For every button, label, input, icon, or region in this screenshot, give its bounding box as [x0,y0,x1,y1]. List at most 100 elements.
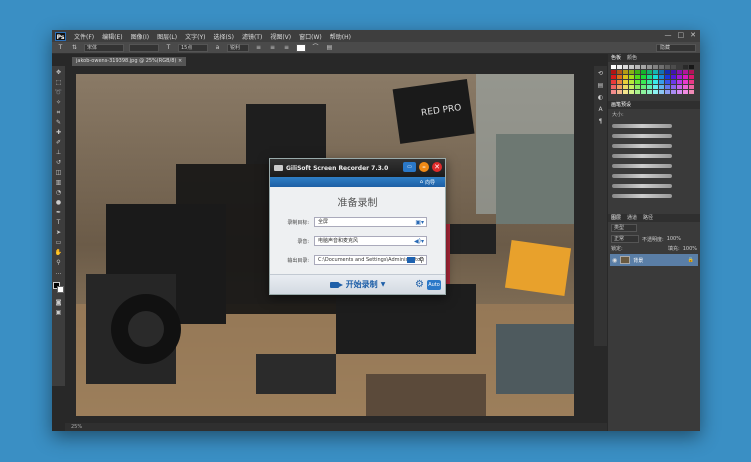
color-swatch[interactable] [617,90,622,94]
color-swatch[interactable] [653,85,658,89]
color-swatch[interactable] [611,85,616,89]
tab-layers[interactable]: 图层 [611,214,621,222]
color-swatch[interactable] [647,75,652,79]
color-swatch[interactable] [659,70,664,74]
menu-select[interactable]: 选择(S) [209,32,238,41]
color-swatch[interactable] [617,65,622,69]
color-swatch[interactable] [635,80,640,84]
color-swatch[interactable] [641,75,646,79]
color-swatch[interactable] [659,65,664,69]
audio-select[interactable]: 电脑声音和麦克风 ◀)▾ [314,236,427,246]
color-swatch[interactable] [677,75,682,79]
color-swatch[interactable] [641,65,646,69]
tab-paths[interactable]: 路径 [643,214,653,222]
maximize-icon[interactable]: □ [678,31,685,39]
paragraph-panel-icon[interactable]: ¶ [597,118,605,125]
warp-text-icon[interactable]: ⌒ [311,44,320,52]
orientation-icon[interactable]: ⇅ [70,44,79,52]
color-picker[interactable] [53,282,64,293]
screen-mode-button[interactable]: ▭ [403,162,416,172]
color-swatch[interactable] [665,90,670,94]
color-swatch[interactable] [623,70,628,74]
color-swatch[interactable] [647,70,652,74]
color-swatch[interactable] [677,90,682,94]
path-select-icon[interactable]: ➤ [55,229,63,236]
menu-help[interactable]: 帮助(H) [326,32,355,41]
color-swatch[interactable] [611,90,616,94]
color-swatch[interactable] [635,70,640,74]
text-color-swatch[interactable] [296,43,306,52]
close-button[interactable]: ✕ [432,162,442,172]
speaker-dropdown-icon[interactable]: ◀)▾ [414,238,424,245]
color-swatch[interactable] [683,85,688,89]
color-swatch[interactable] [683,65,688,69]
properties-panel-icon[interactable]: ▤ [597,82,605,89]
color-swatch[interactable] [629,85,634,89]
color-swatch[interactable] [689,80,694,84]
antialias-select[interactable]: 锐利 [227,43,249,52]
screen-mode-icon[interactable]: ▣ [55,309,63,316]
color-swatch[interactable] [683,70,688,74]
color-swatch[interactable] [659,85,664,89]
color-swatch[interactable] [671,75,676,79]
fill-value[interactable]: 100% [683,246,697,252]
color-swatch[interactable] [671,90,676,94]
color-swatch[interactable] [635,65,640,69]
clone-stamp-icon[interactable]: ⊥ [55,149,63,156]
color-swatch[interactable] [653,70,658,74]
color-swatch[interactable] [629,75,634,79]
color-swatch[interactable] [629,65,634,69]
gradient-tool-icon[interactable]: ▥ [55,179,63,186]
output-dir-field[interactable]: C:\Documents and Settings\Administrator\… [314,255,427,265]
color-swatch[interactable] [665,85,670,89]
layer-kind-select[interactable]: 类型 [611,224,637,232]
character-panel-icon[interactable]: A [597,106,605,113]
color-swatch[interactable] [629,70,634,74]
tab-swatches[interactable]: 色板 [611,54,621,62]
color-swatch[interactable] [623,90,628,94]
zoom-tool-icon[interactable]: ⚲ [55,259,63,266]
color-swatch[interactable] [683,75,688,79]
start-recording-button[interactable]: 开始录制 ▼ [329,279,385,290]
brush-preset[interactable] [612,182,696,190]
brush-preset[interactable] [612,172,696,180]
gear-icon[interactable]: ⚙ [415,279,424,291]
menu-edit[interactable]: 编辑(E) [98,32,126,41]
adjustments-panel-icon[interactable]: ◐ [597,94,605,101]
color-swatch[interactable] [629,90,634,94]
color-swatch[interactable] [617,75,622,79]
color-swatch[interactable] [665,65,670,69]
color-swatch[interactable] [653,80,658,84]
swatches-grid[interactable] [608,62,700,97]
monitor-dropdown-icon[interactable]: ▣▾ [415,219,424,226]
color-swatch[interactable] [647,85,652,89]
text-tool-icon[interactable]: T [55,219,63,226]
color-swatch[interactable] [665,75,670,79]
color-swatch[interactable] [623,75,628,79]
panels-toggle-icon[interactable]: ▤ [325,44,334,52]
color-swatch[interactable] [635,85,640,89]
color-swatch[interactable] [641,85,646,89]
color-swatch[interactable] [623,65,628,69]
lasso-tool-icon[interactable]: ➰ [55,89,63,96]
opacity-value[interactable]: 100% [667,236,681,242]
color-swatch[interactable] [689,90,694,94]
color-swatch[interactable] [653,75,658,79]
color-swatch[interactable] [641,80,646,84]
color-swatch[interactable] [659,75,664,79]
color-swatch[interactable] [653,90,658,94]
color-swatch[interactable] [611,65,616,69]
color-swatch[interactable] [641,70,646,74]
color-swatch[interactable] [635,75,640,79]
color-swatch[interactable] [689,70,694,74]
folder-icon[interactable] [407,257,415,263]
menu-file[interactable]: 文件(F) [70,32,98,41]
color-swatch[interactable] [689,75,694,79]
font-style-select[interactable] [129,43,159,52]
minimize-icon[interactable]: — [665,31,672,39]
history-brush-icon[interactable]: ↺ [55,159,63,166]
color-swatch[interactable] [671,65,676,69]
color-swatch[interactable] [635,90,640,94]
eraser-tool-icon[interactable]: ◫ [55,169,63,176]
history-panel-icon[interactable]: ⟲ [597,70,605,77]
